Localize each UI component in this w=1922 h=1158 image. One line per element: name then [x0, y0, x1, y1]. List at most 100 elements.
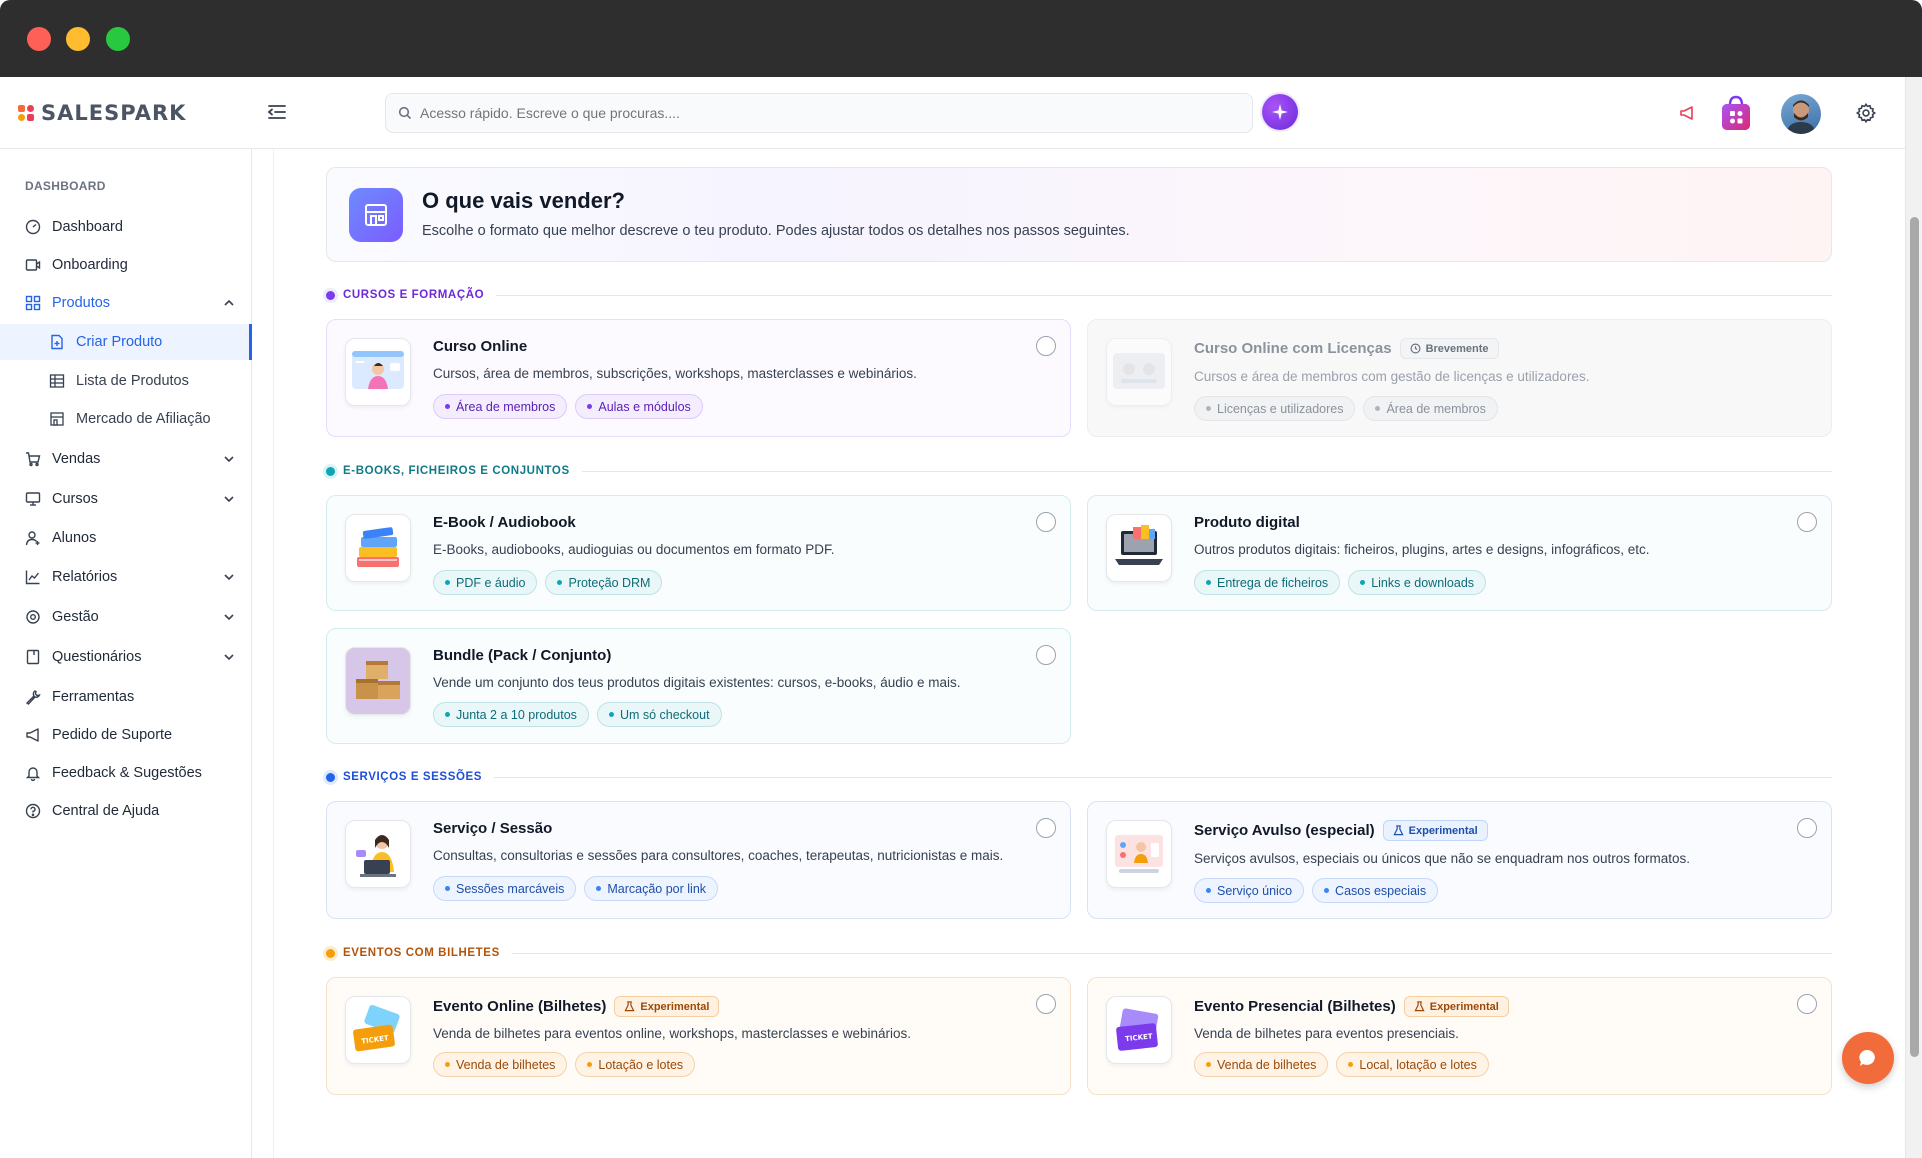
- main-content: O que vais vender? Escolhe o formato que…: [253, 149, 1905, 1158]
- sidebar-item-questionarios[interactable]: Questionários: [0, 639, 252, 675]
- sidebar-item-label: Questionários: [52, 649, 142, 665]
- brand-logo[interactable]: SALESPARK: [18, 101, 186, 125]
- product-type-card-ebook[interactable]: E-Book / Audiobook E-Books, audiobooks, …: [326, 495, 1071, 611]
- experimental-badge: Experimental: [1382, 820, 1488, 841]
- megaphone-icon: [24, 726, 42, 744]
- card-radio[interactable]: [1797, 818, 1817, 838]
- sidebar-item-criar-produto[interactable]: Criar Produto: [0, 324, 252, 360]
- sidebar-item-feedback[interactable]: Feedback & Sugestões: [0, 755, 252, 791]
- megaphone-icon[interactable]: [1676, 102, 1698, 124]
- table-icon: [48, 372, 66, 390]
- card-radio[interactable]: [1797, 994, 1817, 1014]
- sidebar-item-ferramentas[interactable]: Ferramentas: [0, 679, 252, 715]
- card-tag: Local, lotação e lotes: [1336, 1052, 1489, 1077]
- page-title: O que vais vender?: [422, 188, 625, 213]
- brand-name: SALESPARK: [41, 101, 187, 125]
- gauge-icon: [24, 218, 42, 236]
- card-tag: Aulas e módulos: [575, 394, 703, 419]
- sidebar-item-cursos[interactable]: Cursos: [0, 481, 252, 517]
- group-dot: [326, 772, 335, 782]
- sidebar-item-relatorios[interactable]: Relatórios: [0, 559, 252, 595]
- sidebar-item-central-ajuda[interactable]: Central de Ajuda: [0, 793, 252, 829]
- support-chat-button[interactable]: [1842, 1032, 1894, 1084]
- group-dot: [326, 466, 335, 476]
- maximize-window-button[interactable]: [106, 27, 130, 51]
- product-type-card-produto-digital[interactable]: Produto digital Outros produtos digitais…: [1087, 495, 1832, 611]
- page-subtitle: Escolhe o formato que melhor descreve o …: [422, 223, 1130, 239]
- shopping-bag-icon[interactable]: [1718, 93, 1754, 133]
- sidebar-item-label: Cursos: [52, 491, 98, 507]
- wrench-icon: [24, 688, 42, 706]
- card-tags: Venda de bilhetes Local, lotação e lotes: [1194, 1052, 1489, 1077]
- card-title: E-Book / Audiobook: [433, 514, 576, 531]
- page-scrollbar[interactable]: [1905, 77, 1922, 1158]
- card-radio[interactable]: [1036, 336, 1056, 356]
- menu-toggle-icon[interactable]: [266, 101, 288, 123]
- sidebar-item-mercado-afiliacao[interactable]: Mercado de Afiliação: [0, 401, 252, 437]
- sidebar-item-pedido-suporte[interactable]: Pedido de Suporte: [0, 717, 252, 753]
- tickets-illustration-icon: TICKET: [1106, 996, 1172, 1064]
- card-description: Outros produtos digitais: ficheiros, plu…: [1194, 542, 1650, 557]
- sidebar-item-dashboard[interactable]: Dashboard: [0, 209, 252, 245]
- card-tag: Marcação por link: [584, 876, 719, 901]
- sidebar-item-vendas[interactable]: Vendas: [0, 441, 252, 477]
- sidebar-item-label: Criar Produto: [76, 334, 163, 350]
- card-tag: PDF e áudio: [433, 570, 538, 595]
- card-title: Produto digital: [1194, 514, 1300, 531]
- app: SALESPARK DASHBOARD Dashboard: [0, 77, 1922, 1158]
- ticket-illustration-icon: TICKET: [345, 996, 411, 1064]
- sidebar-item-alunos[interactable]: Alunos: [0, 520, 252, 556]
- card-description: Venda de bilhetes para eventos presencia…: [1194, 1026, 1459, 1041]
- user-avatar[interactable]: [1781, 94, 1821, 134]
- card-tags: Serviço único Casos especiais: [1194, 878, 1439, 903]
- product-type-card-servico[interactable]: Serviço / Sessão Consultas, consultorias…: [326, 801, 1071, 919]
- card-radio[interactable]: [1036, 512, 1056, 532]
- settings-gear-icon[interactable]: [1854, 101, 1878, 125]
- sidebar-item-label: Feedback & Sugestões: [52, 765, 202, 781]
- minimize-window-button[interactable]: [66, 27, 90, 51]
- product-type-card-curso-online[interactable]: Curso Online Cursos, área de membros, su…: [326, 319, 1071, 437]
- card-tags: Junta 2 a 10 produtos Um só checkout: [433, 702, 722, 727]
- sidebar-section-title: DASHBOARD: [25, 179, 106, 193]
- chevron-down-icon: [224, 496, 234, 503]
- sidebar-item-produtos[interactable]: Produtos: [0, 285, 252, 321]
- experimental-badge: Experimental: [614, 996, 720, 1017]
- card-radio[interactable]: [1036, 994, 1056, 1014]
- card-title: Evento Presencial (Bilhetes) Experimenta…: [1194, 996, 1509, 1017]
- sidebar-item-lista-produtos[interactable]: Lista de Produtos: [0, 363, 252, 399]
- product-type-card-evento-presencial[interactable]: TICKET Evento Presencial (Bilhetes) Expe…: [1087, 977, 1832, 1095]
- user-icon: [24, 529, 42, 547]
- card-description: E-Books, audiobooks, audioguias ou docum…: [433, 542, 835, 557]
- product-type-card-servico-avulso[interactable]: Serviço Avulso (especial) Experimental S…: [1087, 801, 1832, 919]
- card-description: Vende um conjunto dos teus produtos digi…: [433, 675, 961, 690]
- card-description: Consultas, consultorias e sessões para c…: [433, 848, 1004, 863]
- laptop-files-illustration-icon: [1106, 514, 1172, 582]
- sidebar-item-label: Relatórios: [52, 569, 118, 585]
- group-title: CURSOS E FORMAÇÃO: [343, 289, 485, 301]
- sidebar-item-onboarding[interactable]: Onboarding: [0, 247, 252, 283]
- card-radio[interactable]: [1797, 512, 1817, 532]
- card-description: Cursos e área de membros com gestão de l…: [1194, 369, 1590, 384]
- card-tag: Sessões marcáveis: [433, 876, 577, 901]
- group-dot: [326, 948, 335, 958]
- storefront-icon: [349, 188, 403, 242]
- video-icon: [24, 256, 42, 274]
- clock-icon: [1410, 343, 1421, 354]
- card-tags: Licenças e utilizadores Área de membros: [1194, 396, 1498, 421]
- bell-icon: [24, 764, 42, 782]
- ai-assistant-button[interactable]: [1262, 94, 1298, 130]
- top-bar: SALESPARK: [0, 77, 1905, 149]
- chevron-down-icon: [224, 574, 234, 581]
- sidebar-item-gestao[interactable]: Gestão: [0, 599, 252, 635]
- product-type-card-bundle[interactable]: Bundle (Pack / Conjunto) Vende um conjun…: [326, 628, 1071, 744]
- sidebar-item-label: Mercado de Afiliação: [76, 411, 211, 427]
- card-title: Serviço / Sessão: [433, 820, 553, 837]
- experimental-badge: Experimental: [1403, 996, 1509, 1017]
- product-type-card-evento-online[interactable]: TICKET Evento Online (Bilhetes) Experime…: [326, 977, 1071, 1095]
- card-radio[interactable]: [1036, 818, 1056, 838]
- quick-search[interactable]: [385, 93, 1253, 133]
- card-radio[interactable]: [1036, 645, 1056, 665]
- close-window-button[interactable]: [27, 27, 51, 51]
- scrollbar-thumb[interactable]: [1910, 217, 1919, 1057]
- search-input[interactable]: [420, 105, 1200, 121]
